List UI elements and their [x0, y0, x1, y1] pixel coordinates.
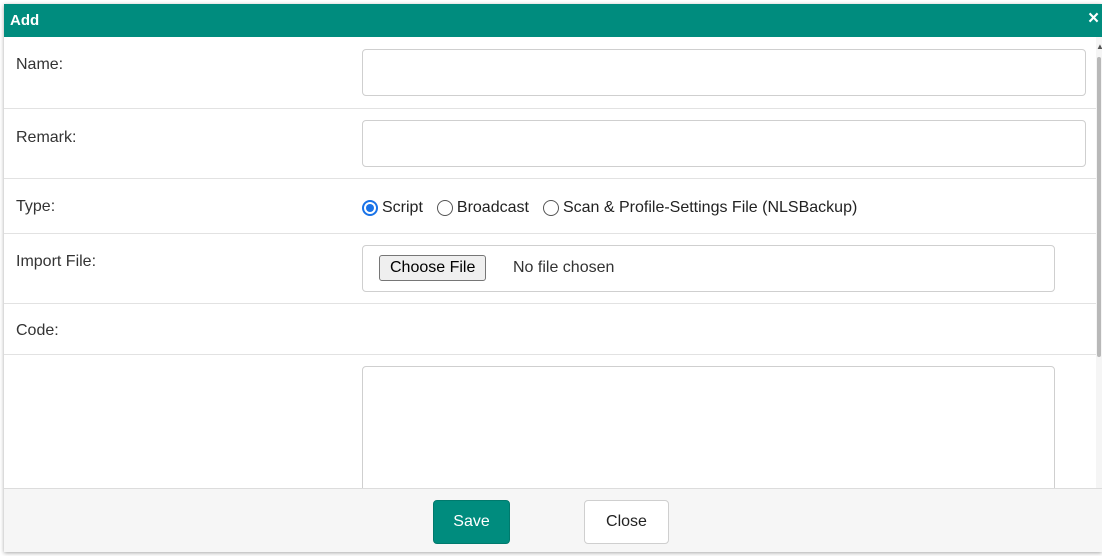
type-row: Type: Script Broadcast Scan & Profile-Se…	[4, 179, 1100, 234]
type-label: Type:	[16, 198, 56, 215]
remark-label: Remark:	[16, 129, 77, 146]
code-row: Code:	[4, 304, 1100, 355]
code-label: Code:	[16, 322, 59, 339]
close-button[interactable]: Close	[584, 500, 669, 544]
name-label: Name:	[16, 56, 64, 73]
radio-script-label[interactable]: Script	[382, 199, 423, 217]
radio-script[interactable]	[362, 200, 378, 216]
dialog-body: Name: Remark: Type: Script Broadcast Sca…	[4, 37, 1100, 488]
scroll-up-arrow-icon[interactable]: ▲	[1096, 43, 1102, 51]
save-button[interactable]: Save	[433, 500, 510, 544]
file-status: No file chosen	[513, 259, 615, 276]
radio-nlsbackup[interactable]	[542, 200, 559, 216]
radio-broadcast[interactable]	[436, 200, 453, 216]
scroll-thumb[interactable]	[1097, 57, 1101, 357]
dialog-scrollbar[interactable]: ▲	[1096, 37, 1102, 488]
dialog-titlebar: Add ×	[4, 4, 1102, 37]
code-textarea[interactable]	[362, 366, 1055, 488]
file-input[interactable]: Choose File No file chosen	[362, 245, 1055, 292]
import-file-label: Import File:	[16, 253, 97, 270]
radio-broadcast-label[interactable]: Broadcast	[457, 199, 529, 217]
remark-input[interactable]	[362, 120, 1086, 167]
radio-nlsbackup-label[interactable]: Scan & Profile-Settings File (NLSBackup)	[563, 199, 857, 217]
remark-row: Remark:	[4, 109, 1100, 179]
dialog-footer: Save Close	[4, 488, 1102, 552]
add-dialog: Add × Name: Remark: Type: Script Broadca…	[4, 4, 1102, 552]
dialog-title: Add	[10, 12, 40, 29]
import-file-row: Import File: Choose File No file chosen	[4, 234, 1100, 304]
name-row: Name:	[4, 37, 1100, 109]
name-input[interactable]	[362, 49, 1086, 96]
choose-file-button[interactable]: Choose File	[379, 255, 487, 281]
type-radio-group: Script Broadcast Scan & Profile-Settings…	[362, 199, 871, 217]
close-icon[interactable]: ×	[1088, 9, 1102, 28]
